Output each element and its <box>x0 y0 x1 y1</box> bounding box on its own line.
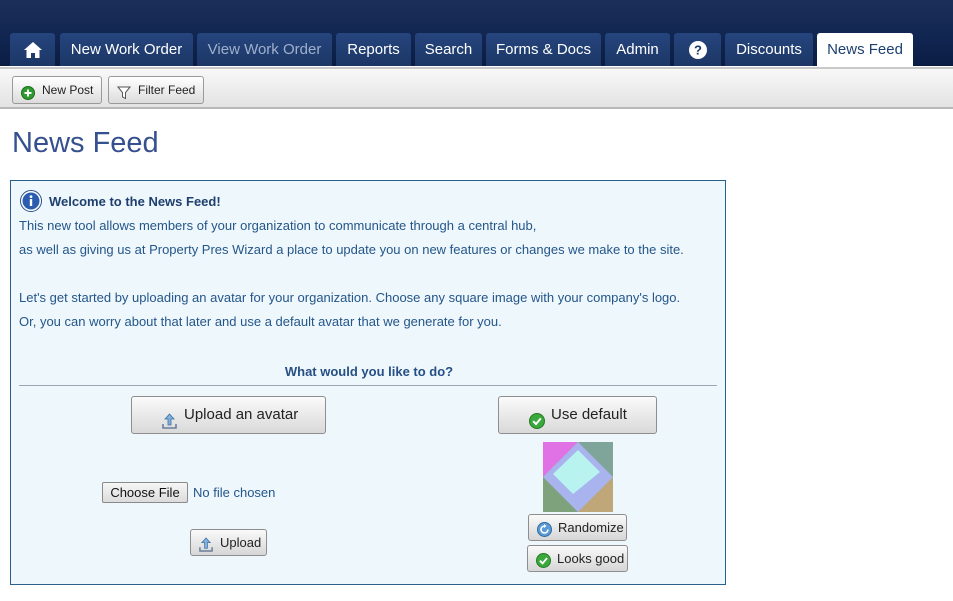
toolbar: New Post Filter Feed <box>0 67 953 109</box>
randomize-label: Randomize <box>558 520 624 535</box>
looks-good-button[interactable]: Looks good <box>527 545 628 572</box>
tab-home[interactable] <box>10 33 55 66</box>
tab-new-work-order[interactable]: New Work Order <box>60 33 193 66</box>
page-title: News Feed <box>12 127 159 159</box>
check-circle-icon <box>536 551 551 576</box>
file-status: No file chosen <box>193 485 276 500</box>
looks-good-label: Looks good <box>557 551 625 566</box>
filter-feed-label: Filter Feed <box>138 83 196 97</box>
use-default-button[interactable]: Use default <box>498 396 657 434</box>
upload-icon <box>199 535 213 560</box>
tab-reports[interactable]: Reports <box>336 33 411 66</box>
refresh-icon <box>537 520 552 545</box>
plus-circle-icon <box>21 83 35 109</box>
tab-forms-docs[interactable]: Forms & Docs <box>486 33 601 66</box>
upload-icon <box>162 407 177 443</box>
upload-label: Upload <box>220 535 262 550</box>
tab-search[interactable]: Search <box>415 33 482 66</box>
new-post-button[interactable]: New Post <box>12 76 103 104</box>
new-post-label: New Post <box>42 83 94 97</box>
upload-avatar-label: Upload an avatar <box>184 406 299 423</box>
check-circle-icon <box>529 407 545 443</box>
choose-file-button[interactable]: Choose File <box>102 482 188 503</box>
intro-line-2: as well as giving us at Property Pres Wi… <box>19 242 684 257</box>
tab-discounts[interactable]: Discounts <box>725 33 813 66</box>
welcome-heading: Welcome to the News Feed! <box>49 194 221 209</box>
filter-icon <box>116 83 132 109</box>
tab-view-work-order[interactable]: View Work Order <box>197 33 332 66</box>
welcome-panel: Welcome to the News Feed! This new tool … <box>10 180 726 585</box>
divider <box>19 385 717 386</box>
question-heading: What would you like to do? <box>284 364 454 379</box>
tab-help[interactable]: ? <box>674 33 721 66</box>
use-default-label: Use default <box>551 406 627 423</box>
intro-line-1: This new tool allows members of your org… <box>19 218 537 233</box>
intro-line-3: Let's get started by uploading an avatar… <box>19 290 681 305</box>
tab-news-feed[interactable]: News Feed <box>817 33 913 67</box>
intro-line-4: Or, you can worry about that later and u… <box>19 314 502 329</box>
svg-text:?: ? <box>694 42 702 57</box>
filter-feed-button[interactable]: Filter Feed <box>108 76 205 104</box>
tab-admin[interactable]: Admin <box>605 33 670 66</box>
upload-avatar-button[interactable]: Upload an avatar <box>131 396 326 434</box>
randomize-button[interactable]: Randomize <box>528 514 627 541</box>
top-navigation: New Work Order View Work Order Reports S… <box>0 0 953 67</box>
default-avatar-image <box>543 442 613 512</box>
upload-button[interactable]: Upload <box>190 529 267 556</box>
info-icon <box>20 190 42 217</box>
